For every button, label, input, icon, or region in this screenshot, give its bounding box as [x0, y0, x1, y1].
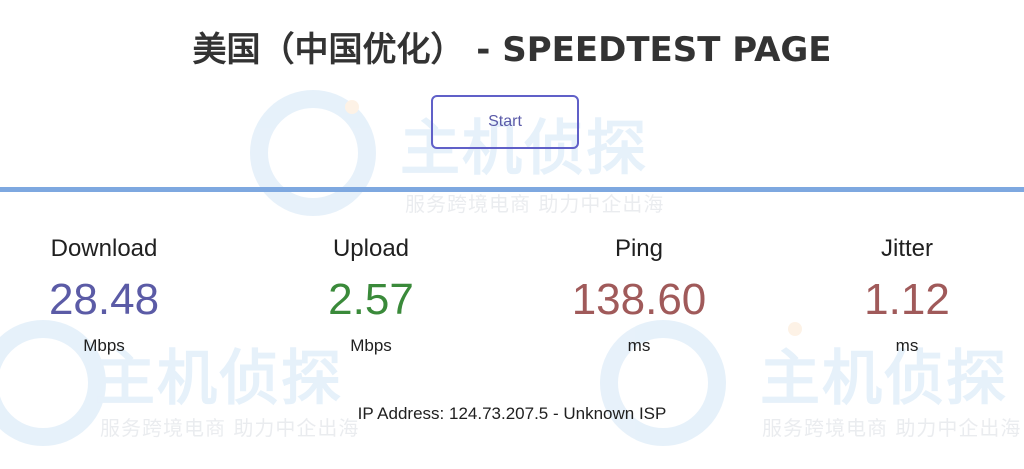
metric-download: Download 28.48 Mbps [4, 232, 204, 358]
metric-label: Upload [332, 235, 410, 262]
metric-label: Download [50, 235, 158, 262]
metric-unit: ms [627, 336, 651, 355]
metric-unit: ms [895, 336, 919, 355]
metric-unit: Mbps [83, 336, 125, 355]
metric-label: Ping [614, 235, 664, 262]
start-button[interactable]: Start [431, 95, 579, 149]
metric-label: Jitter [880, 235, 933, 262]
page-title: 美国（中国优化） - SPEEDTEST PAGE [192, 30, 832, 70]
speedtest-page: 主机侦探 服务跨境电商 助力中企出海 主机侦探 服务跨境电商 助力中企出海 主机… [0, 0, 1024, 469]
watermark-globe-icon [250, 90, 376, 216]
watermark-dot-icon [345, 100, 359, 114]
metric-upload: Upload 2.57 Mbps [271, 232, 471, 358]
ip-address-info: IP Address: 124.73.207.5 - Unknown ISP [357, 404, 667, 423]
metric-ping: Ping 138.60 ms [539, 232, 739, 358]
progress-bar [0, 187, 1024, 192]
watermark-slogan: 服务跨境电商 助力中企出海 [405, 192, 665, 216]
metric-unit: Mbps [350, 336, 392, 355]
metric-value: 28.48 [48, 275, 160, 324]
metric-value: 1.12 [864, 275, 950, 324]
metric-value: 2.57 [328, 275, 414, 324]
metric-jitter: Jitter 1.12 ms [807, 232, 1007, 358]
watermark-dot-icon [788, 322, 802, 336]
metric-value: 138.60 [571, 275, 707, 324]
